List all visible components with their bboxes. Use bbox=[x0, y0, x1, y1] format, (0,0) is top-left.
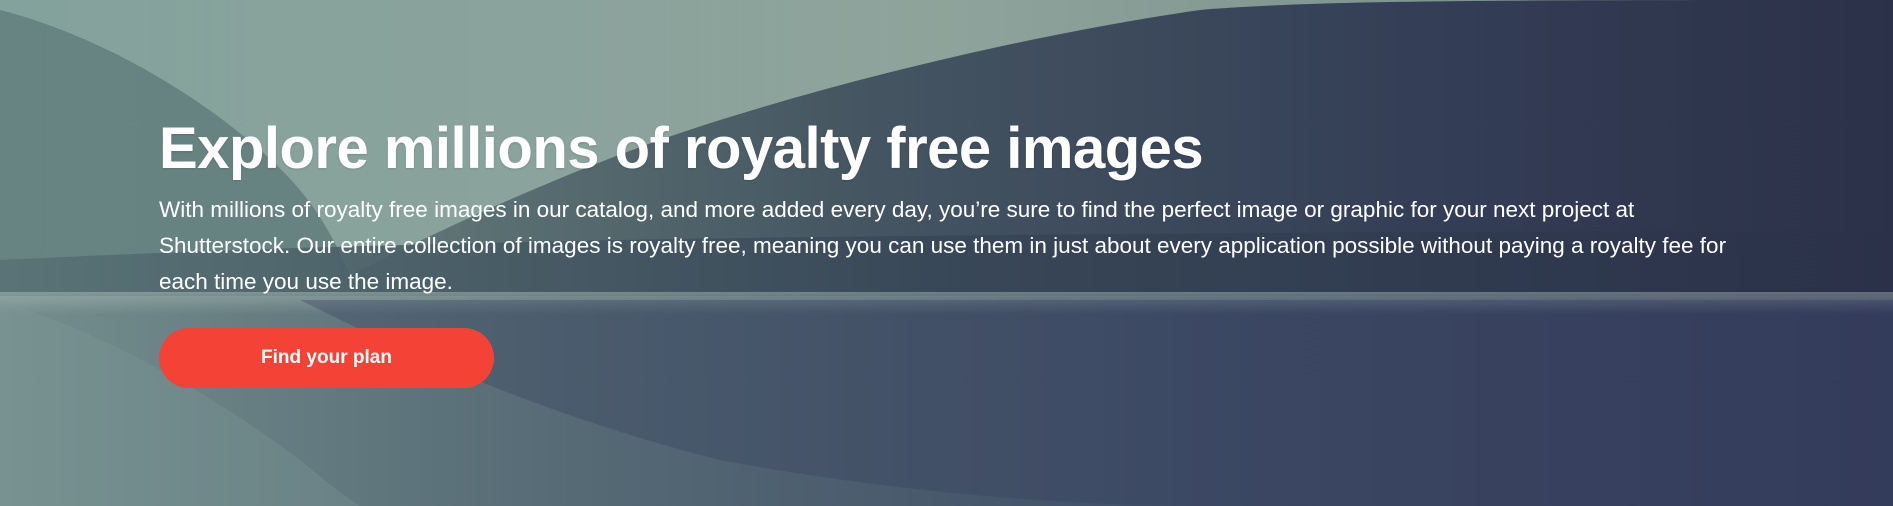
hero-banner: Explore millions of royalty free images … bbox=[0, 0, 1893, 506]
hero-title: Explore millions of royalty free images bbox=[159, 116, 1204, 181]
find-your-plan-button[interactable]: Find your plan bbox=[159, 328, 494, 388]
hero-content: Explore millions of royalty free images … bbox=[159, 112, 1779, 300]
hero-description: With millions of royalty free images in … bbox=[159, 197, 1727, 294]
find-your-plan-label: Find your plan bbox=[261, 347, 392, 368]
